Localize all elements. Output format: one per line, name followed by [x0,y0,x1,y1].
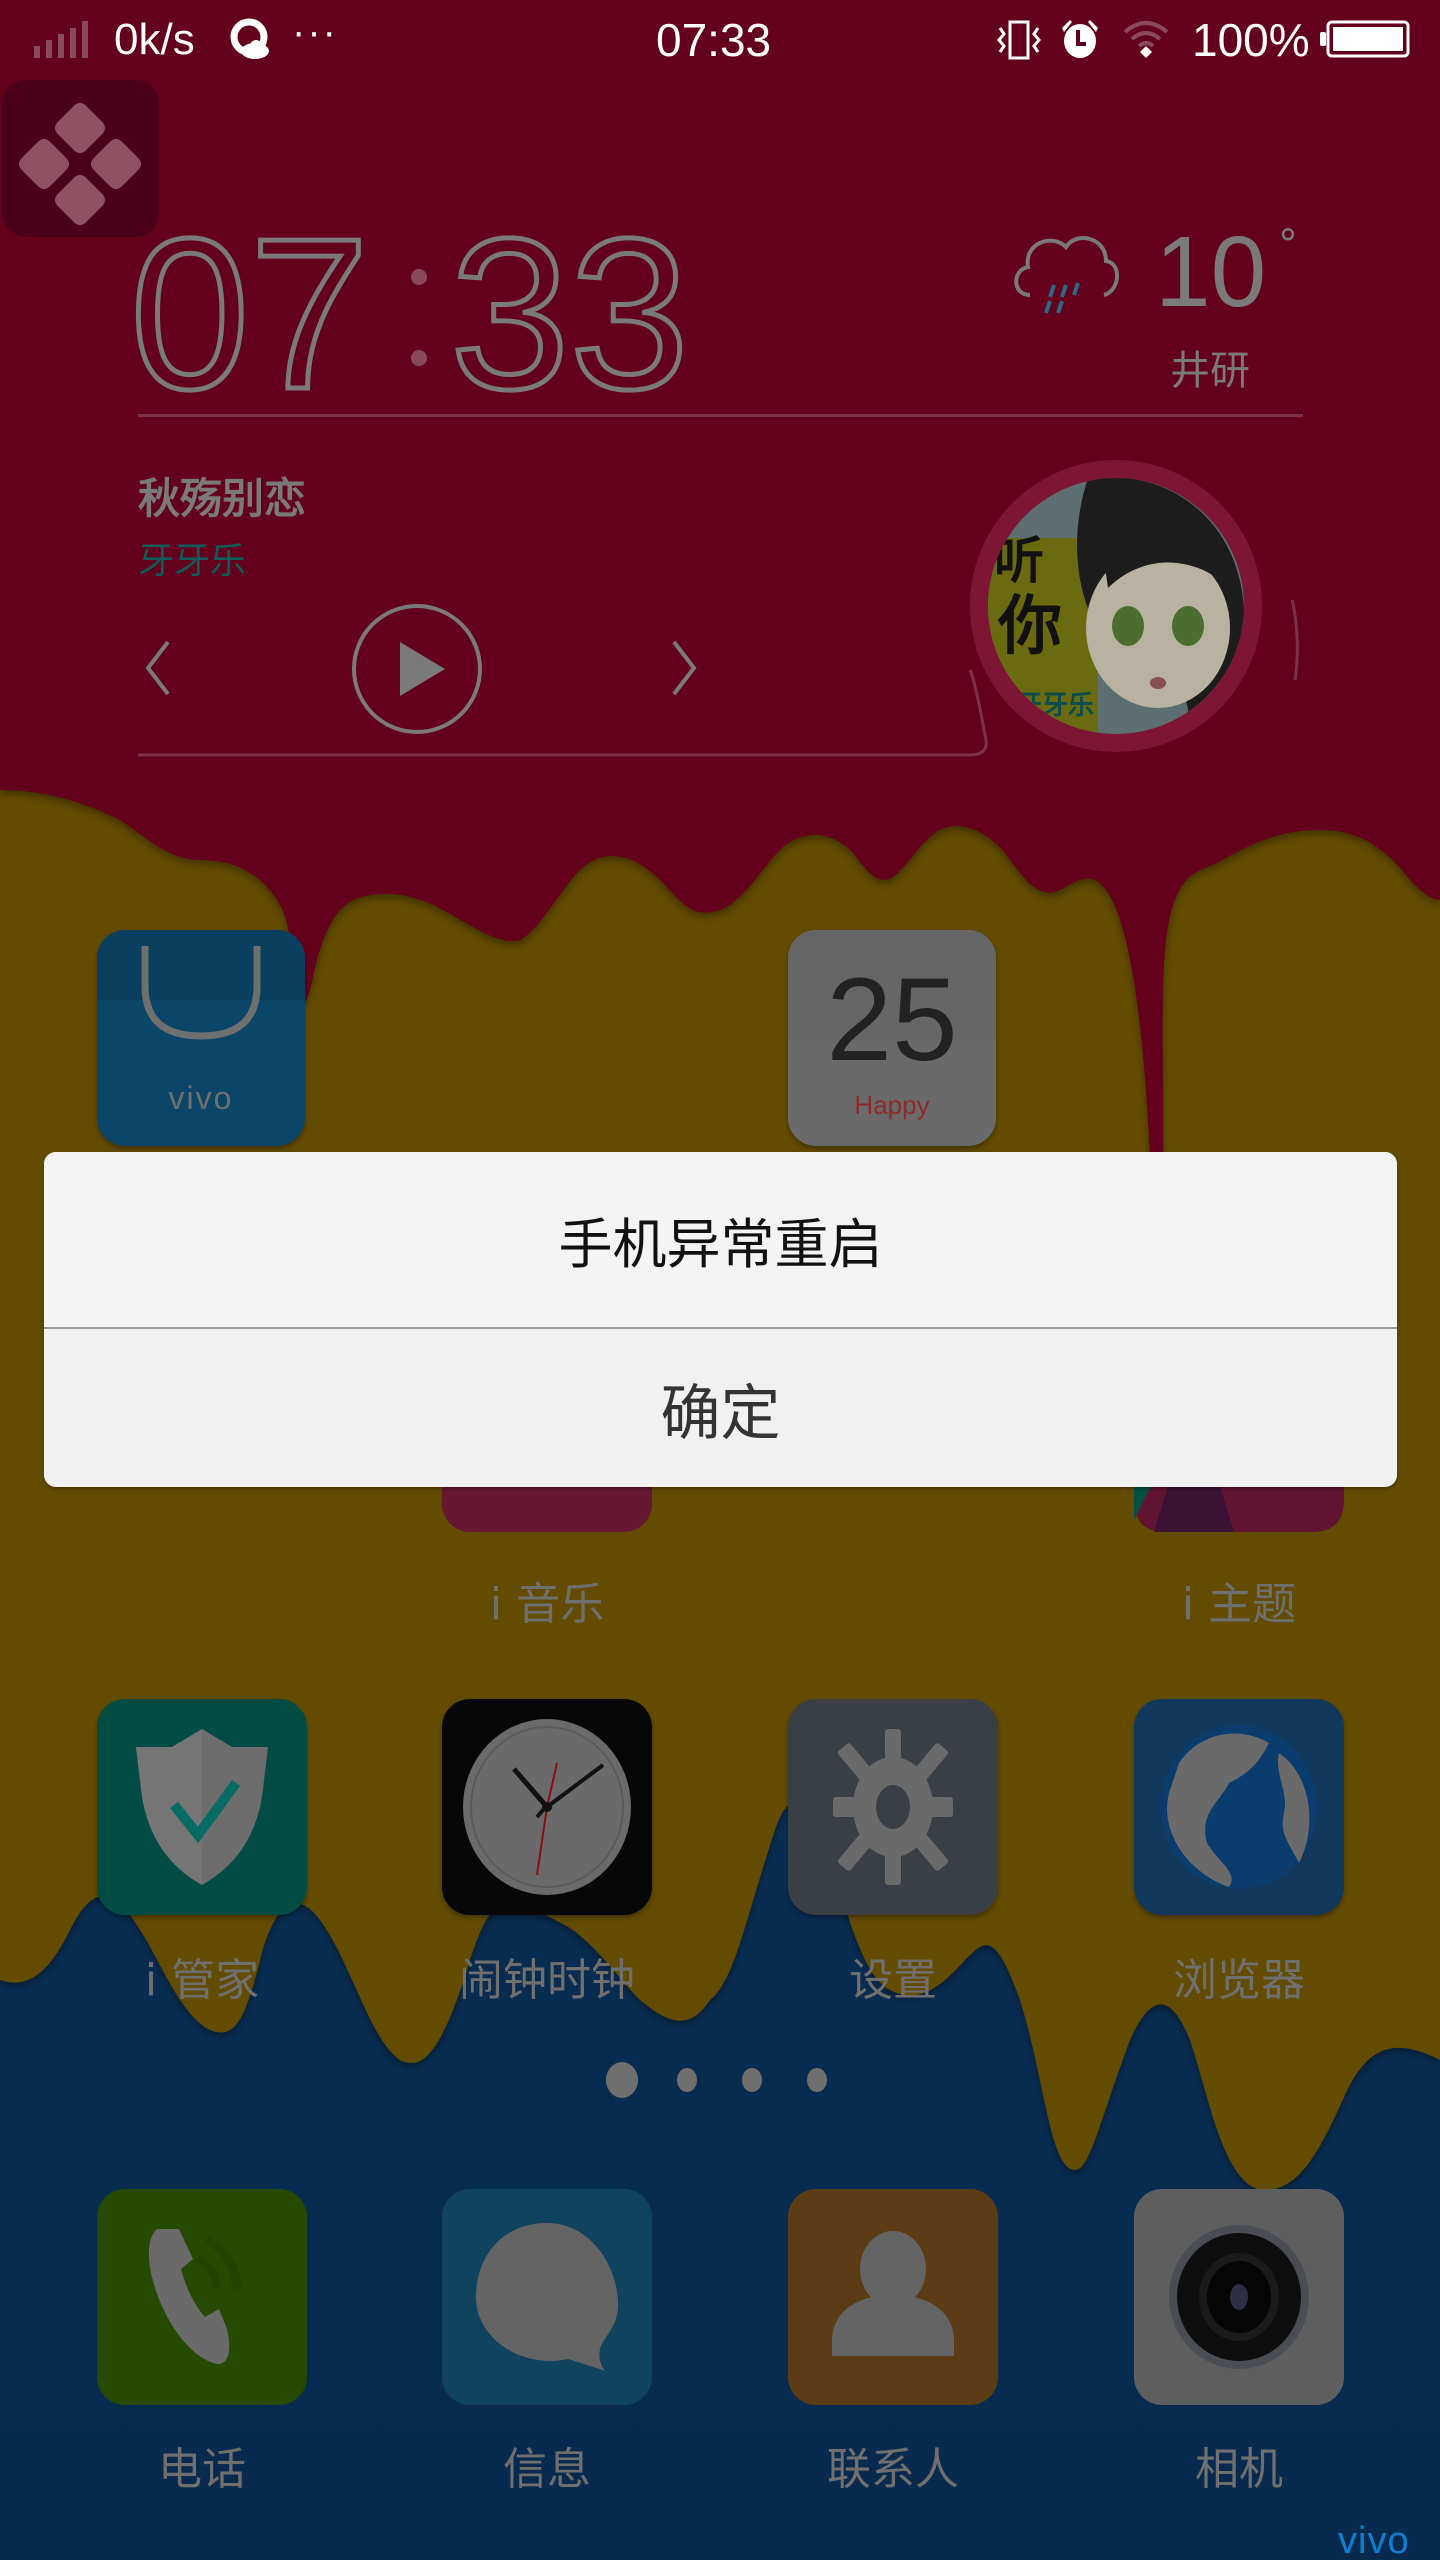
network-speed: 0k/s [114,15,195,64]
clock-minutes: 33 [450,220,689,400]
calendar-day: 25 [826,954,958,1086]
clock-digits: 07 33 [130,220,692,400]
dock-contacts[interactable] [788,2189,998,2405]
diamond-grid-icon [19,103,141,225]
wifi-icon [1123,21,1169,58]
signal-bars-icon [34,21,88,58]
cloud-q-icon [230,18,269,59]
album-art-text-1: 听 [994,532,1044,590]
vivo-watermark: vivo [1338,2520,1410,2560]
calendar-sub: Happy [854,1090,930,1120]
page-indicator[interactable] [600,2055,840,2105]
widget-divider [138,414,1303,417]
rain-cloud-icon [1014,236,1119,314]
app-label-clock: 闹钟时钟 [459,1955,635,2006]
app-label-browser: 浏览器 [1173,1955,1305,2006]
dock-label-phone: 电话 [158,2444,246,2495]
vivo-store-icon [141,946,261,1040]
camera-lens-icon [1169,2225,1309,2369]
page-dot[interactable] [677,2068,697,2092]
dock-messages[interactable] [442,2189,652,2405]
dialog-message: 手机异常重启 [44,1152,1397,1327]
app-label-theme: i 主题 [1181,1579,1297,1630]
album-art-text-2: 你 [997,590,1062,664]
album-art-text-3: 牙牙乐 [1016,691,1094,721]
more-notifications: ··· [292,10,338,54]
album-art[interactable]: 听 你 牙牙乐 [988,478,1244,734]
app-label-settings: 设置 [849,1955,937,2006]
dock-label-contacts: 联系人 [827,2444,959,2495]
floating-assist-button[interactable] [2,80,159,237]
app-label-i-manager: i 管家 [144,1955,260,2006]
app-calendar[interactable]: 25 Happy [788,930,996,1146]
battery-icon [1320,20,1410,58]
app-i-manager[interactable] [97,1699,307,1915]
confirm-button[interactable]: 确定 [44,1329,1397,1487]
dock-camera[interactable] [1134,2189,1344,2405]
page-dot-active[interactable] [606,2062,638,2098]
app-clock[interactable] [442,1699,652,1915]
contact-person-icon [832,2231,954,2356]
song-title: 秋殇别恋 [138,474,307,523]
status-bar: 0k/s ··· 07:33 100% [0,0,1440,80]
gear-icon [833,1729,953,1885]
vibrate-icon [997,20,1041,60]
weather-temperature: 10 [1155,216,1267,328]
weather-city: 井研 [1170,348,1250,394]
app-vivo-store[interactable]: vivo [97,930,305,1146]
alarm-icon [1062,20,1098,58]
globe-icon [1161,1725,1317,1889]
vivo-store-sub: vivo [168,1080,234,1116]
app-label-music: i 音乐 [489,1579,605,1630]
message-bubble-icon [476,2223,619,2371]
status-time: 07:33 [656,14,772,66]
shield-check-icon [136,1729,268,1885]
phone-icon [148,2229,241,2365]
dock-label-messages: 信息 [503,2444,591,2495]
page-dot[interactable] [742,2068,762,2092]
weather-degree-symbol: ° [1278,222,1298,268]
app-browser[interactable] [1134,1699,1344,1915]
restart-dialog: 手机异常重启 确定 [44,1152,1397,1487]
clock-hours: 07 [130,220,369,400]
battery-percent: 100% [1192,14,1310,66]
page-dot[interactable] [807,2068,827,2092]
app-settings[interactable] [788,1699,998,1915]
dock-label-camera: 相机 [1195,2444,1283,2495]
clock-icon [463,1719,631,1895]
dock-phone[interactable] [97,2189,307,2405]
song-artist: 牙牙乐 [138,541,247,582]
